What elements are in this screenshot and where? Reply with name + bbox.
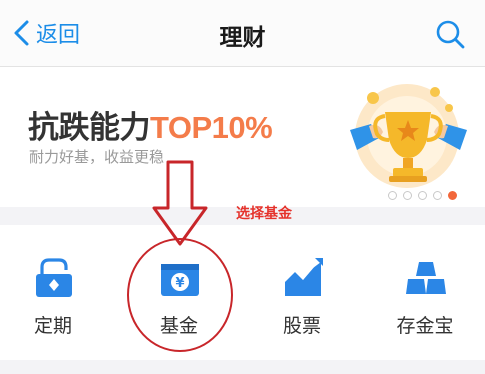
carousel-dot[interactable]	[418, 191, 427, 200]
menu-item-label: 股票	[282, 315, 321, 337]
annotation-arrow	[152, 160, 208, 246]
menu-item-label: 定期	[33, 315, 72, 337]
annotation-circle	[127, 238, 233, 352]
menu-item-stocks[interactable]: 股票	[257, 256, 347, 346]
search-icon[interactable]	[434, 18, 466, 50]
trend-chart-icon	[284, 258, 323, 296]
carousel-indicator	[388, 191, 457, 200]
trophy-illustration	[350, 84, 467, 188]
bottom-divider	[0, 360, 485, 374]
banner-subline: 耐力好基，收益更稳	[29, 148, 165, 166]
headline-highlight: TOP10%	[150, 110, 273, 145]
annotation-label: 选择基金	[236, 206, 292, 222]
lock-coin-icon	[36, 258, 72, 297]
carousel-dot[interactable]	[403, 191, 412, 200]
headline-main: 抗跌能力	[28, 110, 151, 146]
carousel-dot-active[interactable]	[448, 191, 457, 200]
menu-item-label: 存金宝	[396, 315, 454, 337]
menu-item-gold[interactable]: 存金宝	[380, 256, 470, 346]
menu-item-deposit[interactable]: 定期	[8, 256, 98, 346]
banner-headline: 抗跌能力TOP10%	[28, 102, 273, 147]
page-title: 理财	[219, 25, 266, 51]
carousel-dot[interactable]	[388, 191, 397, 200]
nav-bar: 返回 理财	[0, 0, 485, 67]
gold-bars-icon	[406, 262, 446, 294]
carousel-dot[interactable]	[433, 191, 442, 200]
